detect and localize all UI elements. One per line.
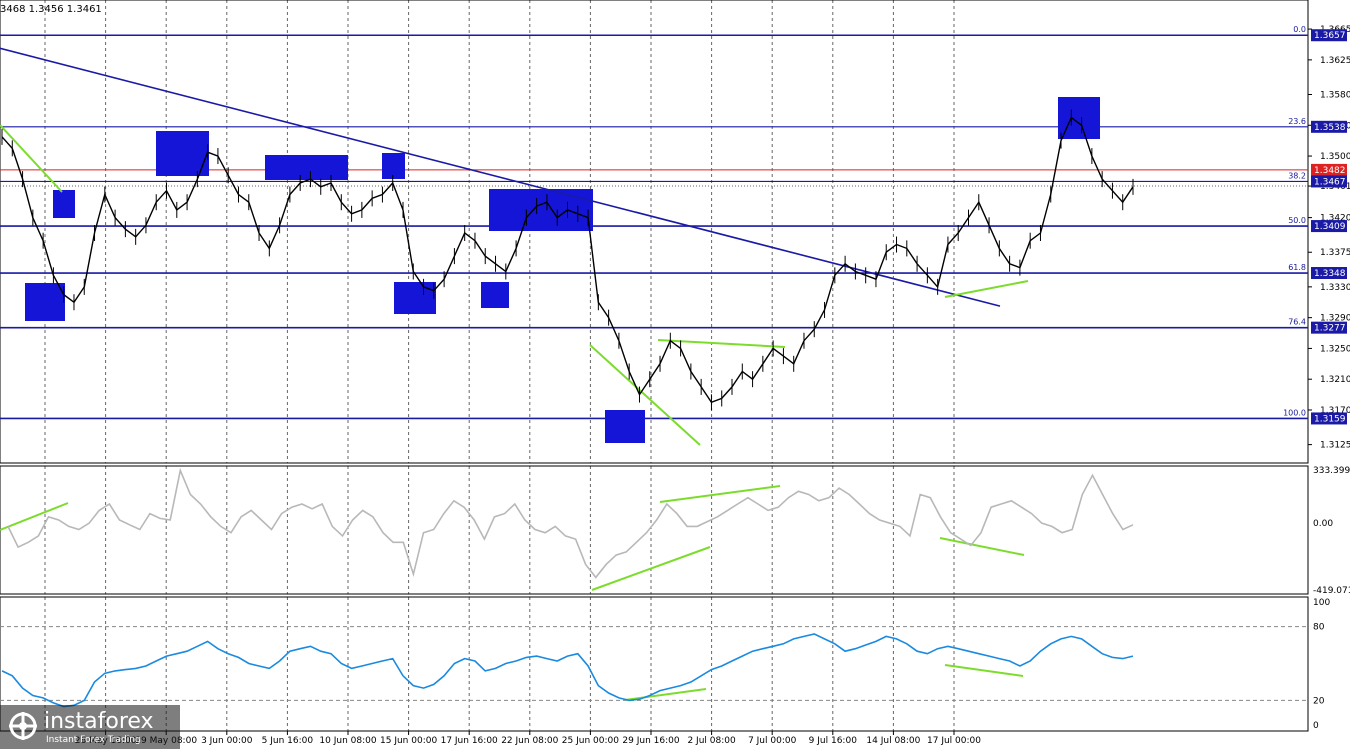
x-tick-label: 7 Jul 00:00 (748, 736, 797, 746)
y-tick-label: 1.3330 (1320, 283, 1350, 293)
fib-label: 61.8 (1288, 263, 1306, 272)
y-tick-label: 1.3210 (1320, 375, 1350, 385)
y-tick-label: 1.3250 (1320, 344, 1350, 354)
price-tag-label: 1.3467 (1314, 177, 1346, 187)
price-tag-label: 1.3159 (1314, 414, 1346, 424)
y-tick-label: 1.3625 (1320, 56, 1350, 66)
highlight-box (265, 155, 348, 180)
fib-label: 23.6 (1288, 117, 1306, 126)
highlight-box (481, 282, 509, 308)
x-tick-label: 3 Jun 00:00 (201, 736, 253, 746)
price-tag-label: 1.3538 (1314, 123, 1346, 133)
stoch-tick-label: 100 (1313, 598, 1330, 608)
y-tick-label: 1.3580 (1320, 90, 1350, 100)
x-tick-label: 25 Jun 00:00 (562, 736, 619, 746)
cci-tick-label: -419.071 (1313, 586, 1350, 596)
price-panel[interactable] (0, 0, 1309, 464)
fib-label: 100.0 (1283, 408, 1306, 417)
price-tag-label: 1.3277 (1314, 324, 1346, 334)
logo-brand: instaforex (44, 709, 154, 734)
x-tick-label: 10 Jun 08:00 (319, 736, 376, 746)
ohlc-readout: 3468 1.3456 1.3461 (0, 4, 102, 15)
stoch-tick-label: 20 (1313, 696, 1325, 706)
y-tick-label: 1.3375 (1320, 248, 1350, 258)
stoch-tick-label: 80 (1313, 623, 1325, 633)
cci-tick-label: 333.3997 (1313, 466, 1350, 476)
cci-panel[interactable] (0, 465, 1309, 595)
highlight-box (382, 153, 405, 179)
chart-canvas[interactable]: 0.023.638.250.061.876.4100.0 1.36651.362… (0, 0, 1350, 750)
price-tag-label: 1.3482 (1314, 166, 1346, 176)
highlight-box (53, 190, 75, 218)
x-tick-label: 5 Jun 16:00 (262, 736, 314, 746)
fib-label: 38.2 (1288, 171, 1306, 180)
highlight-box (25, 283, 65, 321)
x-tick-label: 15 Jun 00:00 (380, 736, 437, 746)
cci-tick-label: 0.00 (1313, 519, 1333, 529)
fib-label: 50.0 (1288, 216, 1306, 225)
x-tick-label: 9 Jul 16:00 (809, 736, 858, 746)
instaforex-logo-icon (9, 712, 37, 740)
logo-tagline: Instant Forex Trading (46, 735, 141, 745)
fib-label: 0.0 (1293, 25, 1306, 34)
price-tag-label: 1.3348 (1314, 269, 1346, 279)
x-tick-label: 17 Jun 16:00 (441, 736, 498, 746)
instaforex-logo: instaforex Instant Forex Trading (0, 705, 180, 749)
x-tick-label: 2 Jul 08:00 (687, 736, 736, 746)
stochastic-panel[interactable] (0, 596, 1309, 732)
x-tick-label: 22 Jun 08:00 (501, 736, 558, 746)
highlight-box (605, 410, 645, 443)
time-axis[interactable]: 26 May 16:0029 May 08:003 Jun 00:005 Jun… (75, 731, 982, 746)
price-tag-label: 1.3657 (1314, 31, 1346, 41)
x-tick-label: 17 Jul 00:00 (927, 736, 981, 746)
y-tick-label: 1.3500 (1320, 152, 1350, 162)
x-tick-label: 14 Jul 08:00 (866, 736, 920, 746)
x-tick-label: 29 Jun 16:00 (622, 736, 679, 746)
highlight-box (394, 282, 436, 314)
price-axis[interactable]: 1.36651.36251.35801.35401.35001.34611.34… (1308, 25, 1350, 731)
stoch-tick-label: 0 (1313, 721, 1319, 731)
fib-label: 76.4 (1288, 318, 1306, 327)
price-tag-label: 1.3409 (1314, 222, 1346, 232)
y-tick-label: 1.3125 (1320, 441, 1350, 451)
